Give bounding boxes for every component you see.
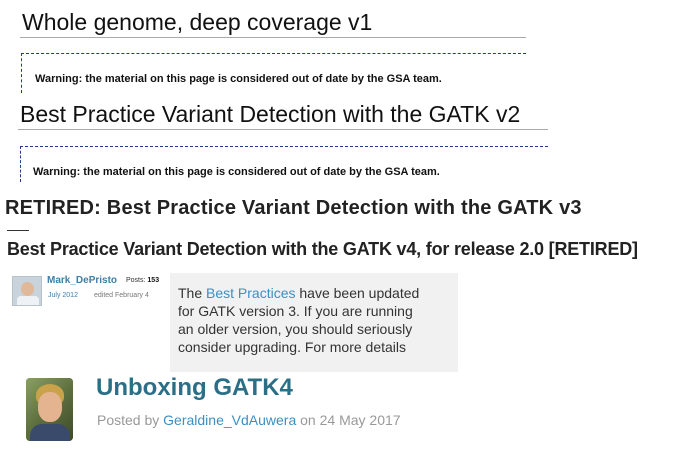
byline-author-link[interactable]: Geraldine_VdAuwera — [163, 412, 296, 428]
update-notice: The Best Practices have been updated for… — [170, 273, 458, 372]
page-title-v2: Best Practice Variant Detection with the… — [20, 101, 521, 127]
author-avatar[interactable] — [26, 378, 73, 441]
edited-note: edited February 4 — [94, 292, 149, 299]
post-count-value: 153 — [147, 277, 160, 284]
post-date-link[interactable]: July 2012 — [48, 292, 78, 299]
author-link[interactable]: Mark_DePristo — [47, 275, 117, 286]
warning-text: Warning: the material on this page is co… — [33, 166, 440, 178]
notice-line: The Best Practices have been updated — [178, 285, 419, 301]
title-underline — [20, 37, 526, 38]
avatar[interactable] — [12, 276, 42, 306]
avatar-face — [38, 392, 62, 422]
notice-line: an older version, you should seriously — [178, 321, 413, 337]
notice-line: consider upgrading. For more details — [178, 339, 407, 355]
byline-date: on 24 May 2017 — [296, 412, 401, 428]
best-practices-link[interactable]: Best Practices — [206, 285, 295, 301]
title-underline — [18, 129, 548, 130]
page-title-v3: RETIRED: Best Practice Variant Detection… — [5, 197, 582, 219]
post-title-link[interactable]: Unboxing GATK4 — [96, 374, 293, 402]
post-count: Posts: 153 — [126, 277, 159, 284]
post-byline: Posted by Geraldine_VdAuwera on 24 May 2… — [97, 412, 401, 428]
notice-text: The — [178, 285, 207, 301]
page-title-v4: Best Practice Variant Detection with the… — [7, 239, 638, 259]
page-title-v1: Whole genome, deep coverage v1 — [22, 9, 373, 35]
warning-text: Warning: the material on this page is co… — [35, 73, 442, 85]
avatar-face — [21, 282, 34, 296]
avatar-shirt — [17, 296, 39, 305]
byline-prefix: Posted by — [97, 412, 164, 428]
avatar-body — [30, 424, 70, 441]
divider — [7, 230, 29, 231]
notice-line: for GATK version 3. If you are running — [178, 303, 413, 319]
notice-text: have been updated — [295, 285, 420, 301]
post-count-label: Posts: — [126, 277, 146, 284]
